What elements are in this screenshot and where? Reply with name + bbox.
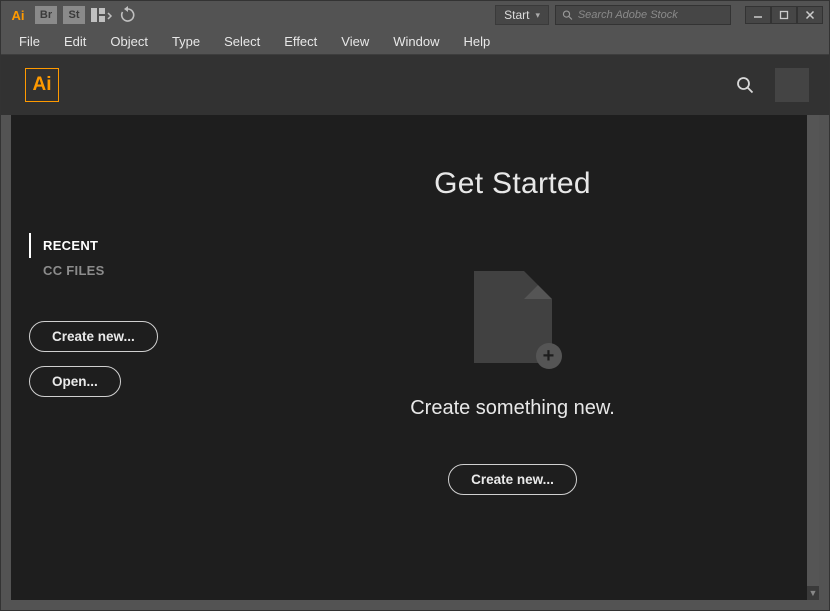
- menu-view[interactable]: View: [329, 30, 381, 53]
- titlebar: Ai Br St Start ▾: [1, 1, 829, 29]
- app-window: Ai Br St Start ▾ File Edit Object Type S…: [0, 0, 830, 611]
- bridge-badge[interactable]: Br: [35, 6, 57, 24]
- vertical-scrollbar[interactable]: ▲ ▼: [807, 115, 819, 600]
- illustrator-logo: Ai: [25, 68, 59, 102]
- page-title: Get Started: [434, 167, 591, 201]
- minimize-button[interactable]: [745, 6, 771, 24]
- menu-edit[interactable]: Edit: [52, 30, 98, 53]
- stock-badge[interactable]: St: [63, 6, 85, 24]
- close-button[interactable]: [797, 6, 823, 24]
- content-wrap: RECENT CC FILES Create new... Open... Ge…: [1, 115, 829, 610]
- menu-help[interactable]: Help: [451, 30, 502, 53]
- start-main: Get Started + Create something new. Crea…: [206, 115, 819, 600]
- scroll-down-arrow[interactable]: ▼: [807, 586, 819, 600]
- workspace-label: Start: [504, 8, 529, 22]
- menu-object[interactable]: Object: [98, 30, 160, 53]
- menu-effect[interactable]: Effect: [272, 30, 329, 53]
- start-sidebar: RECENT CC FILES Create new... Open...: [11, 115, 206, 600]
- stock-search-box[interactable]: [555, 5, 731, 25]
- menubar: File Edit Object Type Select Effect View…: [1, 29, 829, 55]
- search-icon: [735, 75, 755, 95]
- account-avatar[interactable]: [775, 68, 809, 102]
- new-document-icon: +: [474, 271, 552, 363]
- create-new-button-main[interactable]: Create new...: [448, 464, 577, 495]
- scroll-thumb[interactable]: [807, 115, 819, 600]
- menu-type[interactable]: Type: [160, 30, 212, 53]
- sidebar-item-ccfiles[interactable]: CC FILES: [29, 258, 188, 283]
- plus-icon: +: [536, 343, 562, 369]
- header-search-button[interactable]: [729, 69, 761, 101]
- sidebar-item-recent[interactable]: RECENT: [29, 233, 188, 258]
- subheading: Create something new.: [410, 397, 615, 420]
- maximize-button[interactable]: [771, 6, 797, 24]
- workspace-switcher[interactable]: Start ▾: [495, 5, 549, 25]
- menu-select[interactable]: Select: [212, 30, 272, 53]
- start-workspace: RECENT CC FILES Create new... Open... Ge…: [11, 115, 819, 600]
- menu-window[interactable]: Window: [381, 30, 451, 53]
- app-badge-ai: Ai: [7, 6, 29, 24]
- chevron-down-icon: ▾: [535, 10, 540, 21]
- stock-search-input[interactable]: [578, 9, 724, 21]
- search-icon: [562, 9, 573, 21]
- create-new-button[interactable]: Create new...: [29, 321, 158, 352]
- start-header: Ai: [1, 55, 829, 115]
- menu-file[interactable]: File: [7, 30, 52, 53]
- sync-settings-icon[interactable]: [119, 6, 137, 24]
- window-controls: [745, 6, 823, 24]
- arrange-documents-icon[interactable]: [91, 8, 113, 22]
- open-button[interactable]: Open...: [29, 366, 121, 397]
